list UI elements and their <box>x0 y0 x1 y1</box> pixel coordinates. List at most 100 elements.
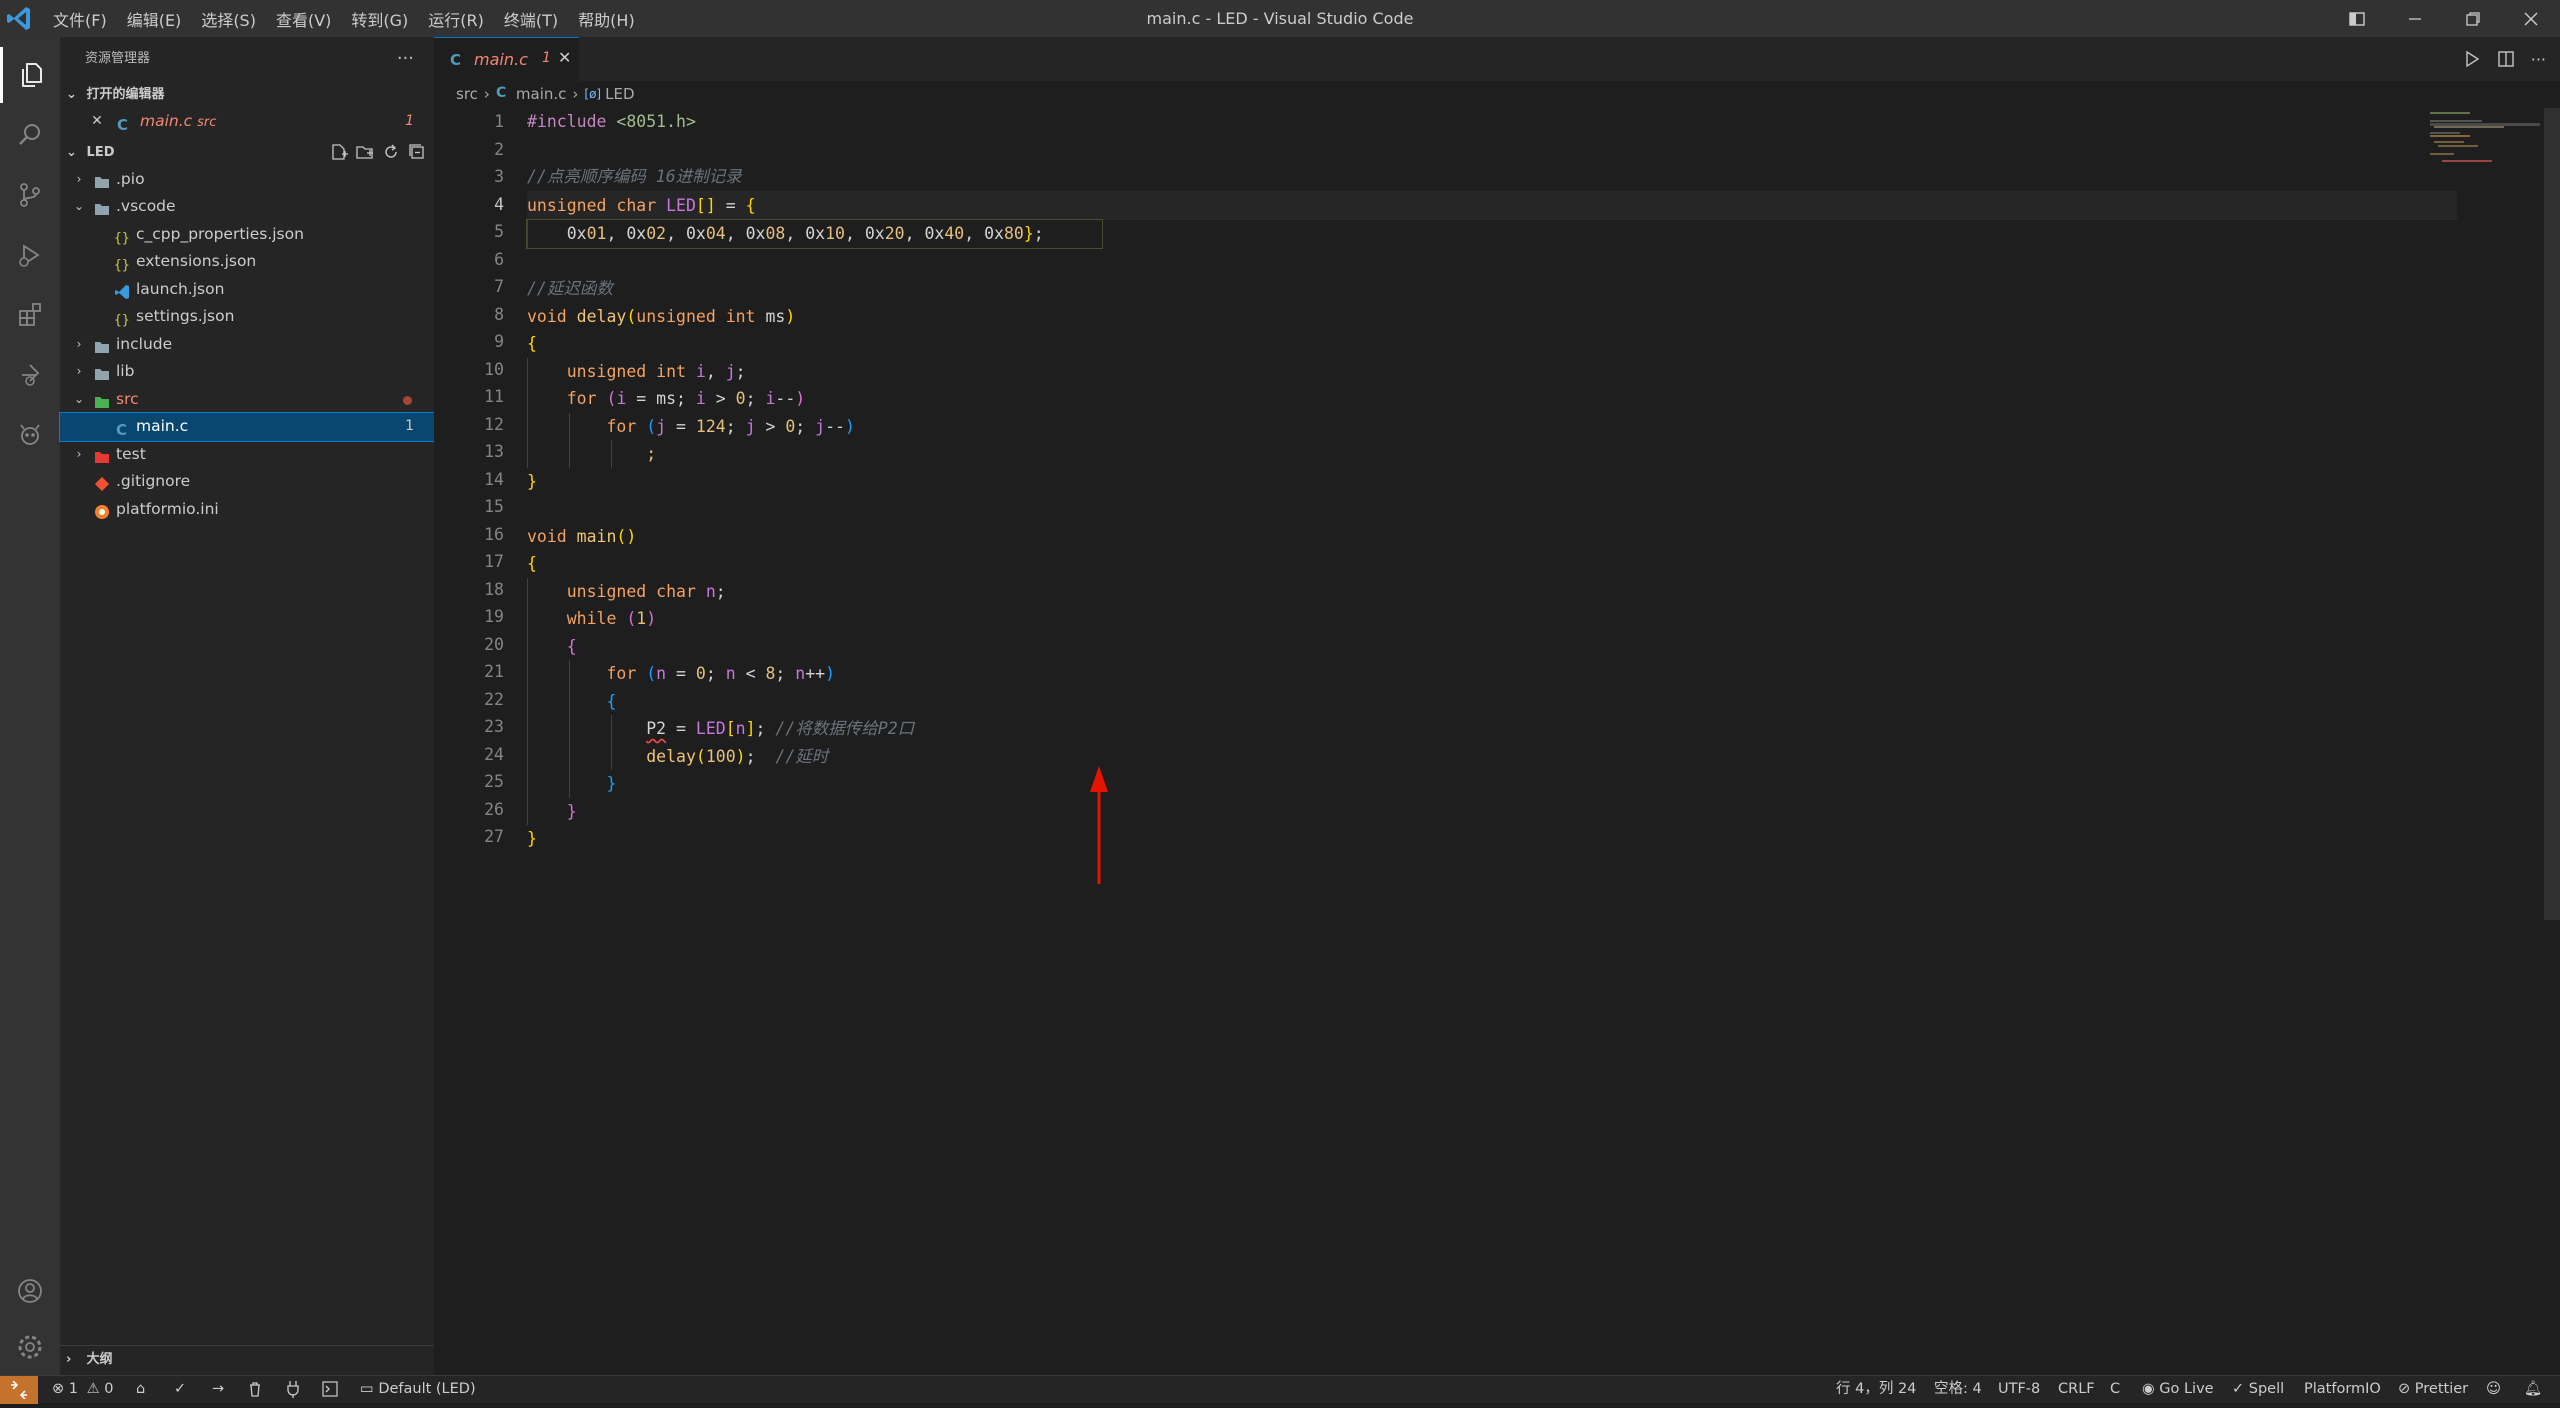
notifications-bell-icon[interactable]: 🔔︎ <box>2524 1376 2542 1403</box>
folder-item[interactable]: › lib <box>60 358 434 386</box>
pio-build-icon[interactable]: ✓ <box>174 1376 186 1403</box>
restore-button[interactable] <box>2444 0 2502 37</box>
settings-gear-icon[interactable] <box>0 1319 60 1375</box>
close-icon[interactable]: ✕ <box>558 48 571 67</box>
folder-item[interactable]: ⌄ .vscode <box>60 193 434 221</box>
code-line[interactable]: delay(100); //延时 <box>527 742 2457 770</box>
code-lines[interactable]: #include <8051.h> //点亮顺序编码 16进制记录 unsigned… <box>526 108 2457 853</box>
code-line[interactable] <box>527 136 2457 164</box>
split-editor-icon[interactable] <box>2497 50 2515 68</box>
extensions-icon[interactable] <box>0 287 60 343</box>
folder-item[interactable]: › .pio <box>60 166 434 194</box>
code-line[interactable]: } <box>527 468 2457 496</box>
code-line[interactable]: P2 = LED[n]; //将数据传给P2口 <box>527 715 2457 743</box>
menu-terminal[interactable]: 终端(T) <box>504 7 558 31</box>
code-line[interactable]: unsigned int i, j; <box>527 357 2457 385</box>
file-item[interactable]: {} settings.json <box>60 303 434 331</box>
project-header[interactable]: ⌄ LED <box>60 139 434 166</box>
file-item[interactable]: platformio.ini <box>60 496 434 524</box>
code-line[interactable]: ; <box>527 440 2457 468</box>
tab-main-c[interactable]: C main.c 1 ✕ <box>434 37 579 81</box>
menu-go[interactable]: 转到(G) <box>351 7 408 31</box>
refresh-icon[interactable] <box>382 143 400 161</box>
outline-header[interactable]: › 大纲 <box>60 1345 434 1372</box>
code-line[interactable]: unsigned char LED[] = { <box>527 190 2457 220</box>
pio-terminal-icon[interactable] <box>322 1376 338 1403</box>
close-icon[interactable]: ✕ <box>90 108 104 136</box>
breadcrumb-src[interactable]: src <box>456 81 478 108</box>
code-line[interactable]: for (j = 124; j > 0; j--) <box>527 412 2457 440</box>
code-line[interactable]: } <box>527 797 2457 825</box>
menu-selection[interactable]: 选择(S) <box>201 7 256 31</box>
menu-file[interactable]: 文件(F) <box>53 7 107 31</box>
code-line[interactable]: for (n = 0; n < 8; n++) <box>527 660 2457 688</box>
menu-edit[interactable]: 编辑(E) <box>127 7 182 31</box>
code-line[interactable]: 0x01, 0x02, 0x04, 0x08, 0x10, 0x20, 0x40… <box>526 219 1103 249</box>
file-item[interactable]: {} extensions.json <box>60 248 434 276</box>
open-editors-header[interactable]: ⌄ 打开的编辑器 <box>60 81 434 108</box>
menu-run[interactable]: 运行(R) <box>428 7 484 31</box>
code-line[interactable]: { <box>527 632 2457 660</box>
code-line[interactable]: { <box>527 687 2457 715</box>
layout-icon[interactable] <box>2328 0 2386 37</box>
search-icon[interactable] <box>0 107 60 163</box>
remote-indicator-icon[interactable] <box>0 1376 38 1404</box>
code-line[interactable]: while (1) <box>527 605 2457 633</box>
folder-item[interactable]: ⌄ src <box>60 386 434 414</box>
file-item[interactable]: launch.json <box>60 276 434 304</box>
code-line[interactable]: } <box>527 770 2457 798</box>
spell-check-button[interactable]: ✓ Spell <box>2232 1376 2284 1403</box>
project-environment[interactable]: ▭ Default (LED) <box>360 1376 476 1403</box>
remote-icon[interactable] <box>0 347 60 403</box>
code-line[interactable]: for (i = ms; i > 0; i--) <box>527 385 2457 413</box>
run-debug-icon[interactable] <box>0 227 60 283</box>
cursor-position[interactable]: 行 4，列 24 <box>1836 1376 1916 1403</box>
pio-upload-icon[interactable]: → <box>212 1376 224 1403</box>
account-icon[interactable] <box>0 1263 60 1319</box>
more-actions-icon[interactable]: ··· <box>2531 50 2546 69</box>
end-of-line[interactable]: CRLF <box>2058 1376 2095 1403</box>
minimize-button[interactable] <box>2386 0 2444 37</box>
breadcrumb-symbol[interactable]: LED <box>605 81 634 108</box>
code-line[interactable]: #include <8051.h> <box>527 108 2457 136</box>
problems-indicator[interactable]: ⊗ 1 ⚠ 0 <box>52 1376 113 1403</box>
code-line[interactable] <box>527 495 2457 523</box>
collapse-all-icon[interactable] <box>408 143 426 161</box>
more-actions-icon[interactable]: ··· <box>397 37 414 81</box>
prettier-button[interactable]: ⊘ Prettier <box>2398 1376 2468 1403</box>
new-file-icon[interactable] <box>330 143 348 161</box>
file-item[interactable]: {} c_cpp_properties.json <box>60 221 434 249</box>
code-line[interactable]: { <box>527 330 2457 358</box>
close-button[interactable] <box>2502 0 2560 37</box>
file-item[interactable]: .gitignore <box>60 468 434 496</box>
breadcrumb-file[interactable]: main.c <box>516 81 567 108</box>
folder-item[interactable]: › test <box>60 441 434 469</box>
code-line[interactable]: void delay(unsigned int ms) <box>527 303 2457 331</box>
explorer-icon[interactable] <box>0 47 60 103</box>
code-line[interactable]: //点亮顺序编码 16进制记录 <box>527 163 2457 191</box>
run-icon[interactable] <box>2463 50 2481 68</box>
code-line[interactable]: } <box>527 825 2457 853</box>
pio-serial-monitor-icon[interactable] <box>286 1376 300 1403</box>
code-line[interactable]: unsigned char n; <box>527 577 2457 605</box>
menu-view[interactable]: 查看(V) <box>276 7 331 31</box>
folder-item[interactable]: › include <box>60 331 434 359</box>
indentation[interactable]: 空格: 4 <box>1934 1376 1982 1403</box>
open-editor-item[interactable]: ✕ C main.c src 1 <box>60 108 434 136</box>
new-folder-icon[interactable] <box>356 143 374 161</box>
go-live-button[interactable]: ◉ Go Live <box>2142 1376 2214 1403</box>
pio-clean-icon[interactable] <box>248 1376 262 1403</box>
pio-home-icon[interactable]: ⌂ <box>136 1376 145 1403</box>
feedback-icon[interactable]: ☺ <box>2486 1376 2501 1403</box>
minimap[interactable] <box>2424 108 2544 168</box>
code-line[interactable]: void main() <box>527 523 2457 551</box>
platformio-status[interactable]: PlatformIO <box>2304 1376 2381 1403</box>
code-editor[interactable]: 1 2 3 4 5 6 7 8 9 10 11 12 13 14 15 16 17 18 19 20 21 22 23 24 2… <box>434 108 2544 1375</box>
code-line[interactable]: { <box>527 550 2457 578</box>
source-control-icon[interactable] <box>0 167 60 223</box>
code-line[interactable] <box>527 248 2457 276</box>
menu-help[interactable]: 帮助(H) <box>578 7 635 31</box>
language-mode[interactable]: C <box>2110 1376 2120 1403</box>
encoding[interactable]: UTF-8 <box>1998 1376 2040 1403</box>
platformio-icon[interactable] <box>0 407 60 463</box>
